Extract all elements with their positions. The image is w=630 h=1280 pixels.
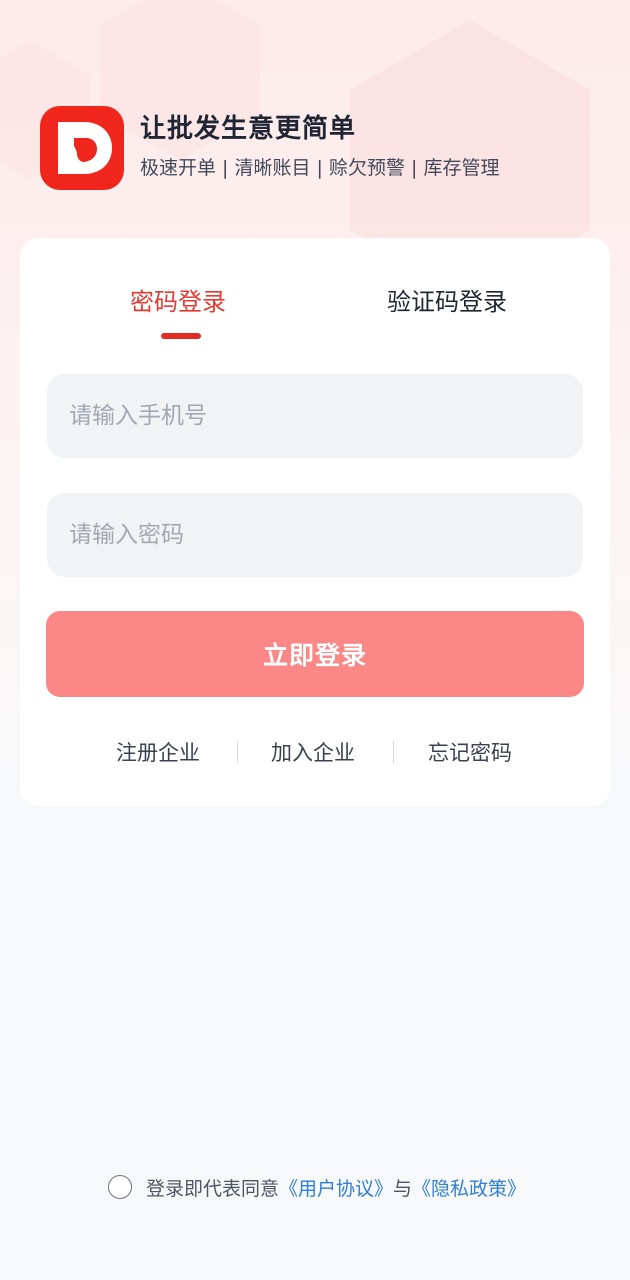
login-button[interactable]: 立即登录 — [46, 611, 584, 697]
phone-field[interactable] — [47, 374, 583, 458]
link-divider — [393, 741, 394, 763]
tab-password-login[interactable]: 密码登录 — [130, 284, 226, 320]
agreement-checkbox[interactable] — [108, 1175, 132, 1199]
phone-input[interactable] — [67, 402, 563, 430]
link-divider — [237, 741, 238, 763]
agreement-joiner: 与 — [393, 1177, 413, 1200]
brand-features: 极速开单 | 清晰账目 | 赊欠预警 | 库存管理 — [140, 157, 500, 179]
brand-header: 让批发生意更简单 极速开单 | 清晰账目 | 赊欠预警 | 库存管理 — [40, 106, 499, 190]
password-field[interactable] — [47, 493, 583, 577]
forgot-password-link[interactable]: 忘记密码 — [428, 737, 512, 769]
active-tab-indicator — [161, 333, 201, 339]
brand-slogan: 让批发生意更简单 — [140, 114, 357, 144]
agreement-prefix: 登录即代表同意 — [146, 1177, 280, 1200]
agreement-row: 登录即代表同意 《用户协议》 与 《隐私政策》 — [108, 1172, 526, 1202]
logo-d-icon — [58, 122, 112, 174]
register-company-link[interactable]: 注册企业 — [116, 737, 200, 769]
privacy-policy-link[interactable]: 《隐私政策》 — [412, 1174, 526, 1201]
user-agreement-link[interactable]: 《用户协议》 — [279, 1174, 393, 1201]
tab-sms-login[interactable]: 验证码登录 — [387, 284, 507, 320]
app-logo — [40, 106, 124, 190]
join-company-link[interactable]: 加入企业 — [271, 737, 355, 769]
password-input[interactable] — [67, 521, 563, 549]
